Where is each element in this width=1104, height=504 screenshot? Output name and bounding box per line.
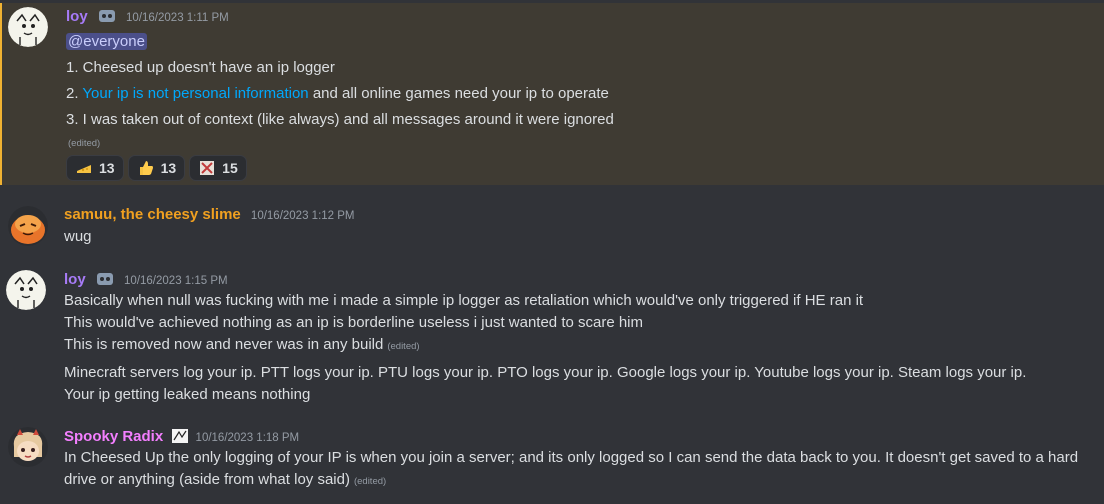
avatar-loy[interactable]	[6, 270, 46, 310]
message-line: drive or anything (aside from what loy s…	[64, 469, 1088, 493]
message-line: This is removed now and never was in any…	[64, 334, 1088, 358]
message-1: loy 10/16/2023 1:11 PM @everyone 1. Chee…	[0, 3, 1104, 185]
message-4: Spooky Radix 10/16/2023 1:18 PM In Chees…	[0, 420, 1104, 504]
thumbs-up-icon	[139, 161, 153, 175]
author-name[interactable]: Spooky Radix	[64, 428, 163, 445]
reaction-cheese[interactable]: 13	[66, 155, 124, 181]
reaction-count: 13	[99, 160, 115, 176]
message-line: In Cheesed Up the only logging of your I…	[64, 449, 1079, 466]
avatar-samuu[interactable]	[8, 206, 48, 246]
timestamp: 10/16/2023 1:15 PM	[124, 275, 228, 287]
custom-emoji-icon	[200, 161, 215, 175]
author-name[interactable]: loy	[66, 8, 88, 25]
avatar-spooky-radix[interactable]	[8, 427, 48, 467]
reaction-custom[interactable]: 15	[189, 155, 247, 181]
line-rest: and all online games need your ip to ope…	[312, 85, 609, 102]
edited-label: (edited)	[68, 138, 101, 149]
loy-avatar-icon	[6, 270, 46, 310]
role-badge-icon	[96, 273, 113, 285]
line-prefix: 2.	[66, 85, 83, 102]
loy-avatar-icon	[8, 7, 48, 47]
message-line: Minecraft servers log your ip. PTT logs …	[64, 364, 1027, 381]
reaction-count: 13	[160, 160, 177, 176]
message-line: 1. Cheesed up doesn't have an ip logger	[66, 59, 335, 76]
edited-label: (edited)	[387, 341, 420, 352]
timestamp: 10/16/2023 1:12 PM	[250, 210, 355, 222]
message-line: Basically when null was fucking with me …	[64, 292, 864, 309]
role-badge-icon	[172, 429, 189, 443]
author-name[interactable]: samuu, the cheesy slime	[64, 206, 241, 223]
message-line: 2. Your ip is not personal information a…	[66, 83, 1088, 105]
reactions-bar: 13 13 15	[66, 155, 1088, 181]
radix-avatar-icon	[8, 427, 48, 467]
everyone-mention[interactable]: @everyone	[66, 33, 147, 50]
message-line: This would've achieved nothing as an ip …	[64, 314, 644, 331]
message-2: samuu, the cheesy slime 10/16/2023 1:12 …	[0, 198, 1104, 256]
reaction-count: 15	[222, 160, 238, 176]
line-text: This is removed now and never was in any…	[64, 336, 384, 353]
timestamp: 10/16/2023 1:18 PM	[195, 432, 300, 444]
line-text: drive or anything (aside from what loy s…	[64, 471, 350, 488]
role-badge-icon	[98, 10, 115, 22]
message-line: Your ip getting leaked means nothing	[64, 386, 311, 403]
edited-label: (edited)	[353, 476, 387, 487]
message-line: 3. I was taken out of context (like alwa…	[66, 111, 614, 128]
cheese-icon	[77, 165, 91, 173]
message-line: wug	[64, 228, 92, 245]
author-name[interactable]: loy	[64, 271, 86, 288]
slime-avatar-icon	[8, 206, 48, 246]
info-link[interactable]: Your ip is not personal information	[82, 85, 308, 102]
timestamp: 10/16/2023 1:11 PM	[126, 12, 229, 24]
message-3: loy 10/16/2023 1:15 PM Basically when nu…	[0, 262, 1104, 412]
avatar-loy[interactable]	[8, 7, 48, 47]
reaction-thumbs-up[interactable]: 13	[127, 155, 186, 181]
